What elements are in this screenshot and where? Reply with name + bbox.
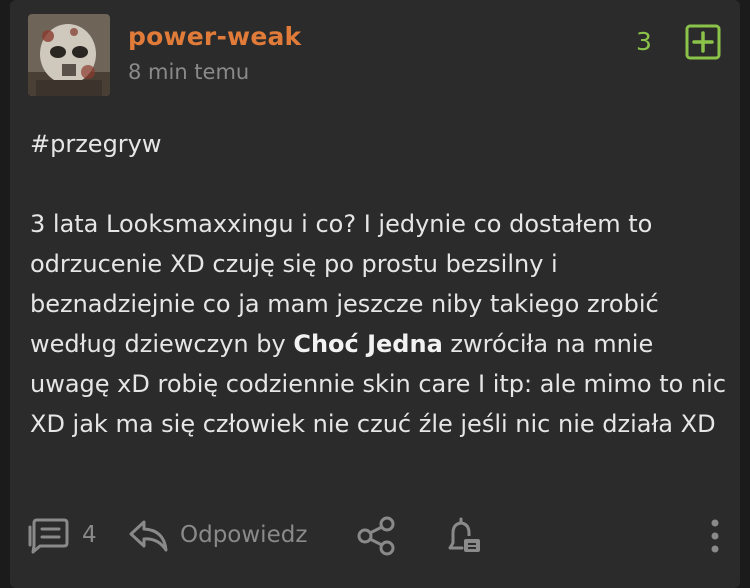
avatar[interactable] (28, 14, 110, 96)
comments-count[interactable]: 4 (82, 522, 97, 548)
plus-square-icon[interactable] (685, 24, 721, 60)
post-body: #przegryw 3 lata Looksmaxxingu i co? I j… (30, 124, 730, 444)
vote-count: 3 (636, 27, 652, 56)
bell-icon[interactable] (440, 514, 484, 558)
share-icon[interactable] (356, 516, 396, 556)
post-time: 8 min temu (128, 60, 250, 84)
comments-icon[interactable] (28, 517, 72, 555)
post-text: 3 lata Looksmaxxingu i co? I jedynie co … (30, 204, 730, 444)
reply-button[interactable]: Odpowiedz (180, 522, 307, 548)
reply-arrow-icon[interactable] (126, 516, 170, 554)
post-actions: 4 Odpowiedz (10, 512, 740, 562)
more-vertical-icon[interactable] (704, 516, 726, 556)
post-text-bold: Choć Jedna (293, 330, 443, 358)
post-card: power-weak 8 min temu 3 #przegryw 3 lata… (10, 0, 740, 588)
author-name[interactable]: power-weak (128, 22, 301, 51)
post-tag[interactable]: #przegryw (30, 124, 730, 164)
